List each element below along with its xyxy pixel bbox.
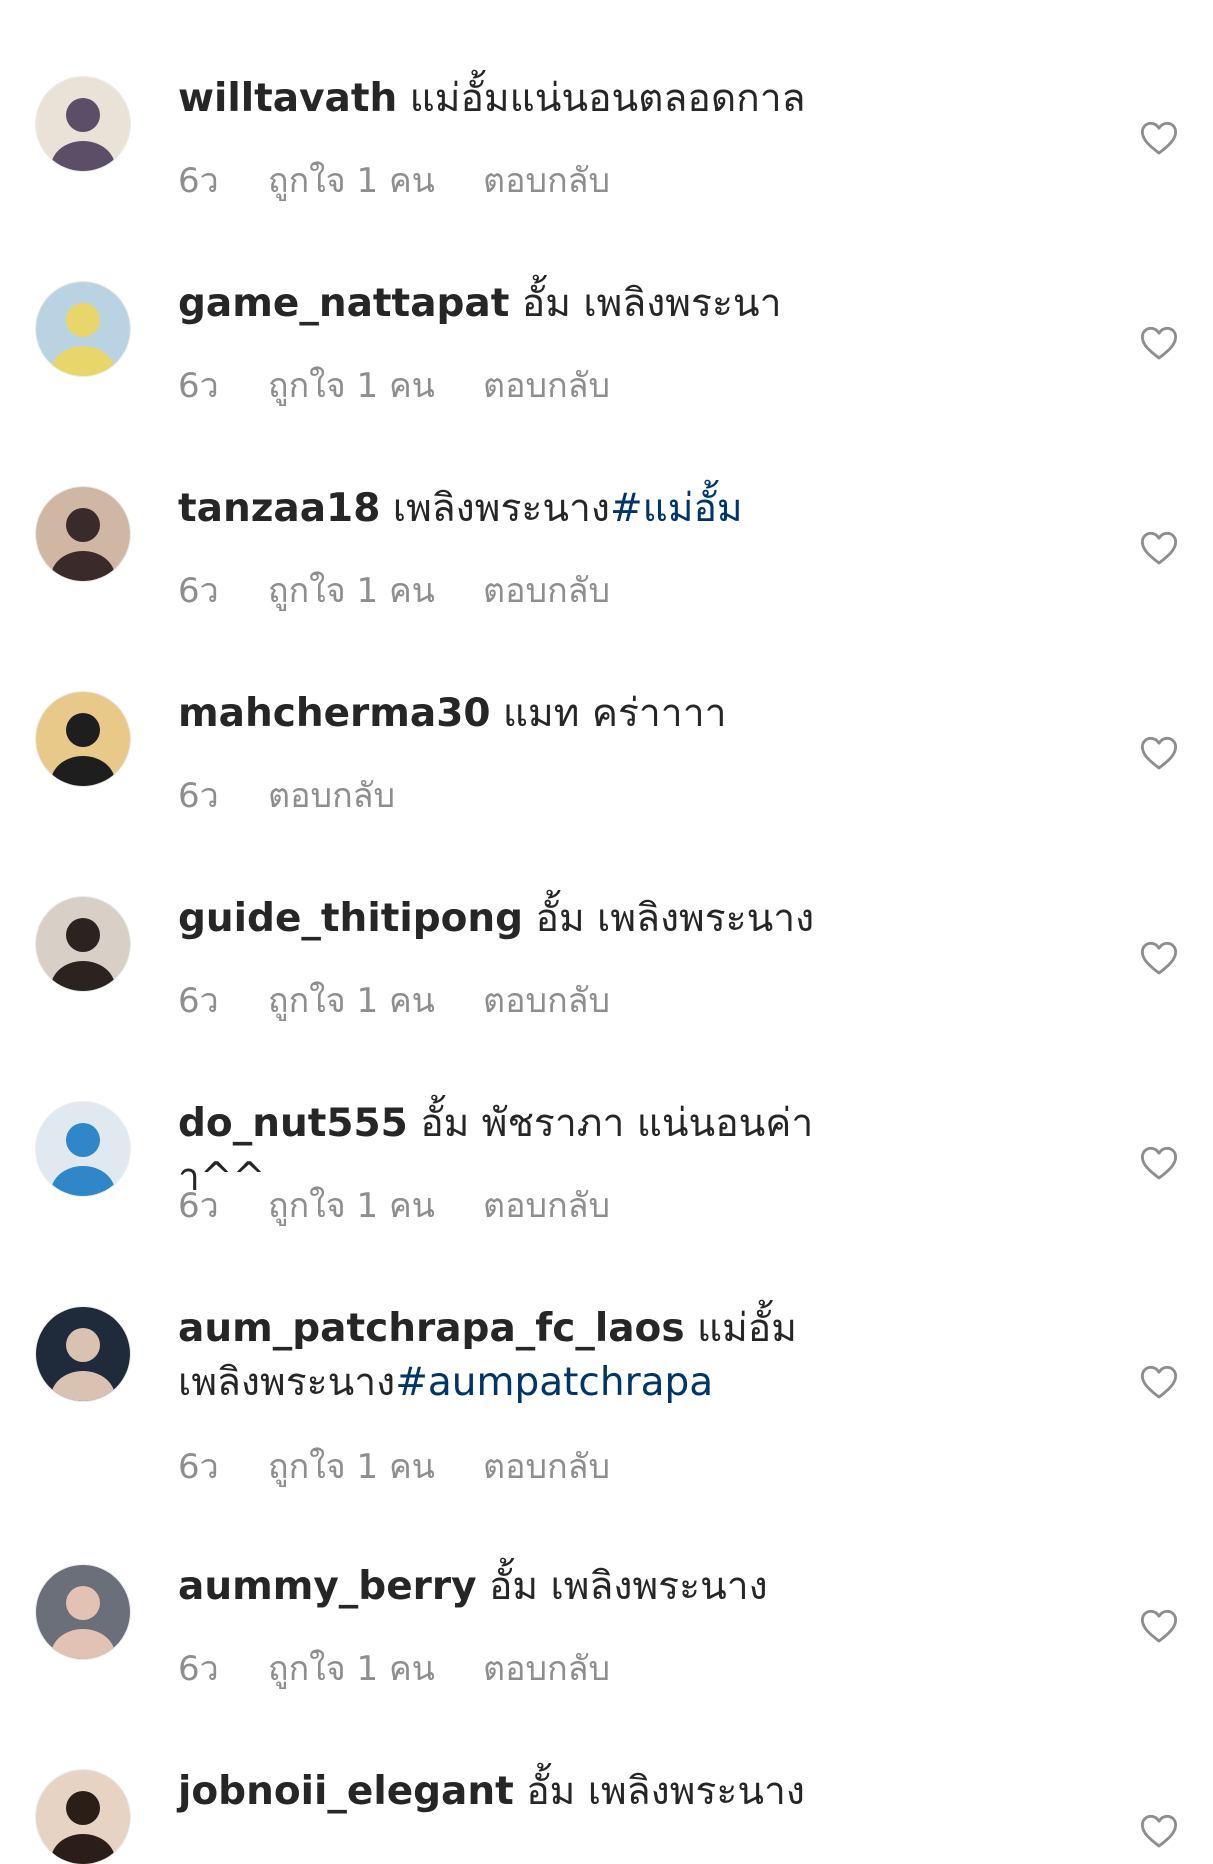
- avatar[interactable]: [36, 1565, 130, 1659]
- avatar[interactable]: [36, 1102, 130, 1196]
- comment-time: 6ว: [178, 776, 219, 816]
- comment-body: อั้ม เพลิงพระนาง: [526, 1769, 805, 1814]
- comment-body: อั้ม เพลิงพระนาง: [488, 1564, 768, 1609]
- reply-button[interactable]: ตอบกลับ: [483, 1184, 610, 1228]
- comment-likes[interactable]: ถูกใจ 1 คน: [268, 1445, 483, 1489]
- heart-outline-icon[interactable]: [1140, 1364, 1178, 1400]
- comment-likes[interactable]: ถูกใจ 1 คน: [268, 1184, 483, 1228]
- comment-username[interactable]: tanzaa18: [178, 486, 380, 531]
- comment-username[interactable]: willtavath: [178, 76, 397, 121]
- comment-body: อั้ม เพลิงพระนา: [521, 281, 782, 326]
- comment-text: guide_thitipong อั้ม เพลิงพระนาง: [178, 892, 878, 946]
- avatar[interactable]: [36, 1770, 130, 1864]
- comment-body: แมท คร่าาาา: [502, 691, 727, 736]
- comment-text: aummy_berry อั้ม เพลิงพระนาง: [178, 1560, 878, 1614]
- avatar[interactable]: [36, 692, 130, 786]
- heart-outline-icon[interactable]: [1140, 120, 1178, 156]
- comment-text: willtavath แม่อั้มแน่นอนตลอดกาล: [178, 72, 878, 126]
- comment-body: เพลิงพระนาง: [392, 486, 610, 531]
- comment-text: tanzaa18 เพลิงพระนาง#แม่อั้ม: [178, 482, 878, 536]
- comment-text: game_nattapat อั้ม เพลิงพระนา: [178, 277, 878, 331]
- comment-meta: 6ว ถูกใจ 1 คน ตอบกลับ: [178, 1184, 610, 1228]
- reply-button[interactable]: ตอบกลับ: [483, 1445, 610, 1489]
- heart-outline-icon[interactable]: [1140, 1608, 1178, 1644]
- reply-button[interactable]: ตอบกลับ: [483, 364, 610, 408]
- avatar[interactable]: [36, 1307, 130, 1401]
- comment-time: 6ว: [178, 1447, 219, 1487]
- comment-likes[interactable]: ถูกใจ 1 คน: [268, 364, 483, 408]
- comment-username[interactable]: aummy_berry: [178, 1564, 477, 1609]
- avatar[interactable]: [36, 487, 130, 581]
- comment-username[interactable]: mahcherma30: [178, 691, 491, 736]
- comment-likes[interactable]: ถูกใจ 1 คน: [268, 1647, 483, 1691]
- comment-username[interactable]: jobnoii_elegant: [178, 1769, 514, 1814]
- heart-outline-icon[interactable]: [1140, 1145, 1178, 1181]
- heart-outline-icon[interactable]: [1140, 735, 1178, 771]
- comment-hashtag[interactable]: #aumpatchrapa: [395, 1360, 713, 1405]
- reply-button[interactable]: ตอบกลับ: [483, 159, 610, 203]
- comment-likes[interactable]: ถูกใจ 1 คน: [268, 569, 483, 613]
- comment-text: jobnoii_elegant อั้ม เพลิงพระนาง: [178, 1765, 878, 1819]
- comment-time: 6ว: [178, 1649, 219, 1689]
- reply-button[interactable]: ตอบกลับ: [483, 1647, 610, 1691]
- comment-meta: 6ว ถูกใจ 1 คน ตอบกลับ: [178, 569, 610, 613]
- comment-time: 6ว: [178, 161, 219, 201]
- comment-likes[interactable]: ถูกใจ 1 คน: [268, 979, 483, 1023]
- comment-time: 6ว: [178, 1186, 219, 1226]
- comment-meta: 6ว ถูกใจ 1 คน ตอบกลับ: [178, 364, 610, 408]
- avatar[interactable]: [36, 282, 130, 376]
- heart-outline-icon[interactable]: [1140, 1813, 1178, 1849]
- heart-outline-icon[interactable]: [1140, 530, 1178, 566]
- comment-likes[interactable]: ถูกใจ 1 คน: [268, 159, 483, 203]
- comment-body: แม่อั้มแน่นอนตลอดกาล: [409, 76, 806, 121]
- reply-button[interactable]: ตอบกลับ: [483, 569, 610, 613]
- comment-time: 6ว: [178, 366, 219, 406]
- comment-meta: 6ว ถูกใจ 1 คน ตอบกลับ: [178, 1445, 610, 1489]
- comment-time: 6ว: [178, 981, 219, 1021]
- comment-meta: 6ว ถูกใจ 1 คน ตอบกลับ: [178, 1647, 610, 1691]
- comment-text: mahcherma30 แมท คร่าาาา: [178, 687, 878, 741]
- avatar[interactable]: [36, 897, 130, 991]
- comment-username[interactable]: guide_thitipong: [178, 896, 523, 941]
- heart-outline-icon[interactable]: [1140, 940, 1178, 976]
- comment-body: อั้ม เพลิงพระนาง: [535, 896, 815, 941]
- comment-username[interactable]: do_nut555: [178, 1101, 408, 1146]
- comment-time: 6ว: [178, 571, 219, 611]
- heart-outline-icon[interactable]: [1140, 325, 1178, 361]
- reply-button[interactable]: ตอบกลับ: [483, 979, 610, 1023]
- reply-button[interactable]: ตอบกลับ: [268, 774, 395, 818]
- comment-username[interactable]: game_nattapat: [178, 281, 509, 326]
- comment-meta: 6ว ตอบกลับ: [178, 774, 395, 818]
- comment-username[interactable]: aum_patchrapa_fc_laos: [178, 1306, 685, 1351]
- avatar[interactable]: [36, 77, 130, 171]
- comment-text: aum_patchrapa_fc_laos แม่อั้มเพลิงพระนาง…: [178, 1302, 878, 1410]
- comment-hashtag[interactable]: #แม่อั้ม: [610, 486, 743, 531]
- comment-meta: 6ว ถูกใจ 1 คน ตอบกลับ: [178, 159, 610, 203]
- comment-meta: 6ว ถูกใจ 1 คน ตอบกลับ: [178, 979, 610, 1023]
